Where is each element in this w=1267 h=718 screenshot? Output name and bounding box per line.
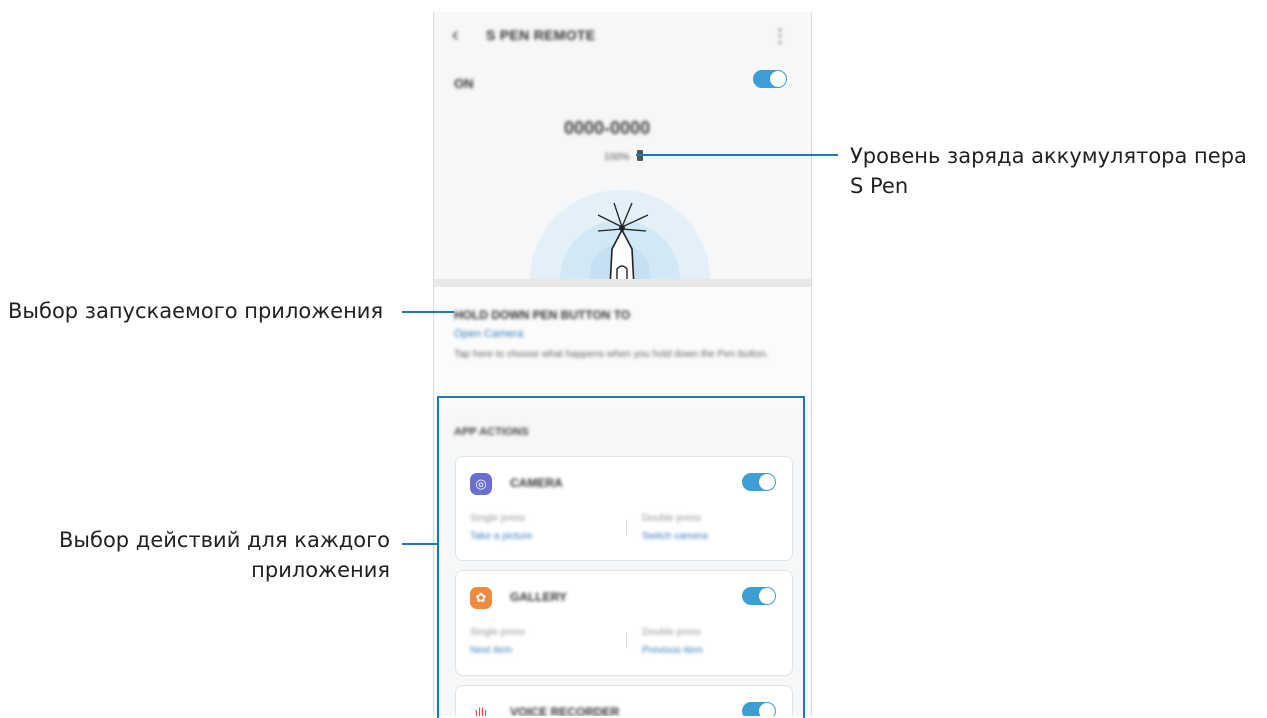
screen-title: S PEN REMOTE	[486, 27, 596, 43]
master-toggle[interactable]	[753, 70, 787, 88]
pen-name: 0000-0000	[564, 118, 651, 138]
section-divider	[434, 279, 811, 287]
app-actions-highlight	[437, 396, 805, 718]
battery-leader-line	[636, 154, 838, 156]
select-app-leader-line	[402, 311, 454, 313]
hold-button-section[interactable]	[434, 287, 811, 407]
select-actions-callout-line-2: приложения	[251, 558, 390, 582]
master-switch-label: ON	[454, 76, 474, 91]
hold-section-description: Tap here to choose what happens when you…	[454, 349, 769, 360]
select-actions-leader-line	[402, 543, 437, 545]
s-pen-icon	[597, 202, 649, 287]
more-options-icon[interactable]: ⋮	[771, 26, 789, 47]
battery-percent: 100%	[604, 152, 630, 163]
battery-callout: Уровень заряда аккумулятора пера S Pen	[850, 141, 1247, 201]
select-actions-callout-line-1: Выбор действий для каждого	[59, 528, 390, 552]
select-actions-callout: Выбор действий для каждого приложения	[59, 525, 390, 585]
select-app-callout: Выбор запускаемого приложения	[8, 299, 384, 323]
battery-callout-line-1: Уровень заряда аккумулятора пера	[850, 144, 1247, 168]
battery-callout-line-2: S Pen	[850, 174, 909, 198]
hold-section-title: HOLD DOWN PEN BUTTON TO	[454, 308, 631, 322]
hold-section-link[interactable]: Open Camera	[454, 328, 523, 340]
back-icon[interactable]: ‹	[452, 24, 459, 47]
